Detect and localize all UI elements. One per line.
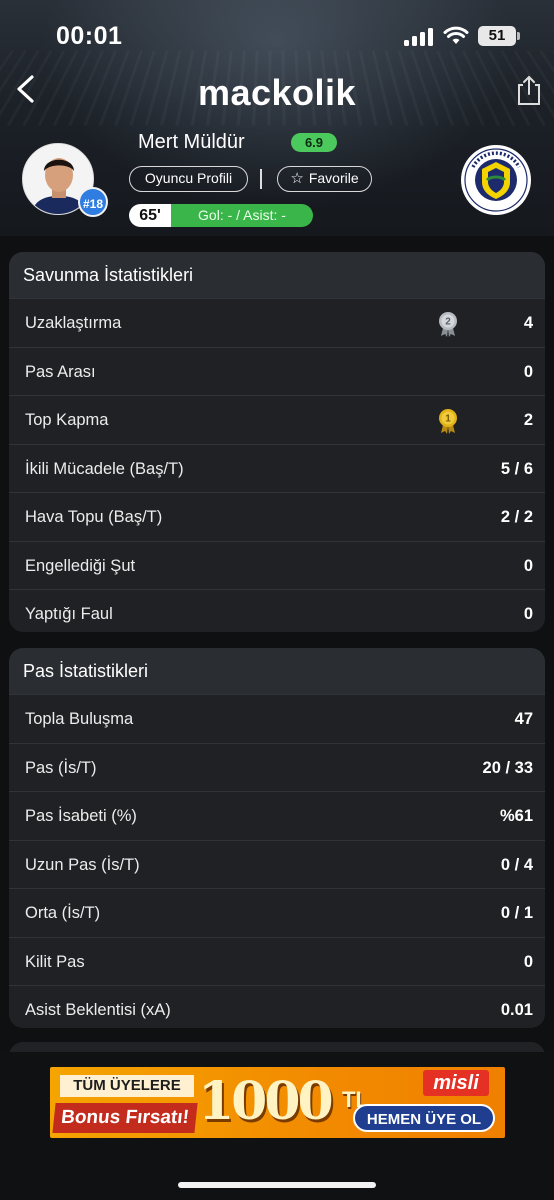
stat-value: 4 xyxy=(523,314,533,332)
ad-banner[interactable]: TÜM ÜYELERE Bonus Fırsatı! 1000 TL misli… xyxy=(50,1067,505,1138)
stat-row: Pas İsabeti (%) %61 xyxy=(9,791,545,840)
stat-row: Pas (İs/T) 20 / 33 xyxy=(9,742,545,792)
svg-text:1: 1 xyxy=(445,414,451,425)
ad-subheadline: Bonus Fırsatı! xyxy=(52,1103,198,1133)
stat-value: 0 / 4 xyxy=(500,855,533,874)
club-logo-icon xyxy=(461,145,531,215)
stat-value: 2 xyxy=(523,411,533,429)
divider xyxy=(260,169,262,189)
stat-row: Uzun Pas (İs/T) 0 / 4 xyxy=(9,839,545,889)
player-avatar: #18 xyxy=(22,143,108,217)
stat-value: 20 / 33 xyxy=(482,758,533,777)
stat-label: Asist Beklentisi (xA) xyxy=(25,1001,171,1019)
stat-label: Orta (İs/T) xyxy=(25,904,101,922)
stat-label: Pas Arası xyxy=(25,362,96,381)
player-name: Mert Müldür xyxy=(138,131,245,153)
stat-row: Yaptığı Faul 0 xyxy=(9,589,545,632)
goal-assist-summary: Gol: - / Asist: - xyxy=(171,204,313,227)
favorite-button[interactable]: ☆ Favorile xyxy=(277,166,372,192)
stat-label: Top Kapma xyxy=(25,411,109,429)
stat-row: Kilit Pas 0 xyxy=(9,936,545,986)
stat-value: %61 xyxy=(499,807,533,825)
stat-label: Topla Buluşma xyxy=(25,710,134,728)
share-icon[interactable] xyxy=(514,74,544,106)
stat-row: Top Kapma 1 2 xyxy=(9,395,545,444)
stat-label: Hava Topu (Baş/T) xyxy=(25,508,163,526)
wifi-icon xyxy=(443,26,469,44)
ad-brand-logo: misli xyxy=(423,1070,489,1096)
ad-cta-button[interactable]: HEMEN ÜYE OL xyxy=(353,1104,495,1132)
stat-label: Uzaklaştırma xyxy=(25,314,122,332)
stat-row: İkili Mücadele (Baş/T) 5 / 6 xyxy=(9,443,545,493)
stat-row: Hava Topu (Baş/T) 2 / 2 xyxy=(9,492,545,541)
favorite-label: Favorile xyxy=(308,170,359,186)
stat-value: 0 xyxy=(523,605,533,623)
ad-headline: TÜM ÜYELERE xyxy=(60,1075,194,1097)
minutes-played: 65' xyxy=(129,204,171,227)
player-profile-button[interactable]: Oyuncu Profili xyxy=(129,166,248,192)
stat-value: 47 xyxy=(514,710,533,728)
app-logo: mackolik xyxy=(197,72,357,113)
status-time: 00:01 xyxy=(56,22,123,50)
stat-value: 0 xyxy=(523,556,533,575)
stat-value: 0 / 1 xyxy=(500,904,533,922)
stat-label: Kilit Pas xyxy=(25,952,85,971)
ad-amount: 1000 xyxy=(198,1071,334,1132)
status-bar: 00:01 51 xyxy=(0,0,554,70)
svg-text:2: 2 xyxy=(445,317,451,328)
stat-row: Topla Buluşma 47 xyxy=(9,694,545,743)
passing-stats-title: Pas İstatistikleri xyxy=(9,648,545,694)
player-header: 00:01 51 mackolik #18 Mert Müldür 6.9 Oy… xyxy=(0,0,554,236)
defense-stats-title: Savunma İstatistikleri xyxy=(9,252,545,298)
rating-badge: 6.9 xyxy=(291,133,337,152)
stat-label: Engellediği Şut xyxy=(25,556,136,575)
stat-label: İkili Mücadele (Baş/T) xyxy=(25,459,184,478)
stat-row: Orta (İs/T) 0 / 1 xyxy=(9,888,545,937)
shirt-number-badge: #18 xyxy=(78,187,108,217)
stat-row: Engellediği Şut 0 xyxy=(9,540,545,590)
stat-row: Asist Beklentisi (xA) 0.01 xyxy=(9,985,545,1028)
stat-label: Pas (İs/T) xyxy=(25,758,97,777)
stat-label: Uzun Pas (İs/T) xyxy=(25,855,140,874)
star-icon: ☆ xyxy=(290,170,304,187)
home-indicator[interactable] xyxy=(178,1182,376,1188)
stat-value: 0 xyxy=(523,362,533,381)
stat-value: 0 xyxy=(523,952,533,971)
stat-row: Uzaklaştırma 2 4 xyxy=(9,298,545,347)
stat-label: Yaptığı Faul xyxy=(25,605,113,623)
passing-stats-card: Pas İstatistikleri Topla Buluşma 47 Pas … xyxy=(9,648,545,1028)
silver-medal-icon: 2 xyxy=(439,312,457,337)
battery-icon: 51 xyxy=(478,26,520,46)
stat-value: 5 / 6 xyxy=(500,459,533,478)
cellular-signal-icon xyxy=(404,28,434,46)
gold-medal-icon: 1 xyxy=(439,409,457,434)
stat-label: Pas İsabeti (%) xyxy=(25,807,137,825)
stat-row: Pas Arası 0 xyxy=(9,346,545,396)
stat-value: 0.01 xyxy=(500,1001,533,1019)
stat-value: 2 / 2 xyxy=(500,508,533,526)
defense-stats-card: Savunma İstatistikleri Uzaklaştırma 2 4 … xyxy=(9,252,545,632)
